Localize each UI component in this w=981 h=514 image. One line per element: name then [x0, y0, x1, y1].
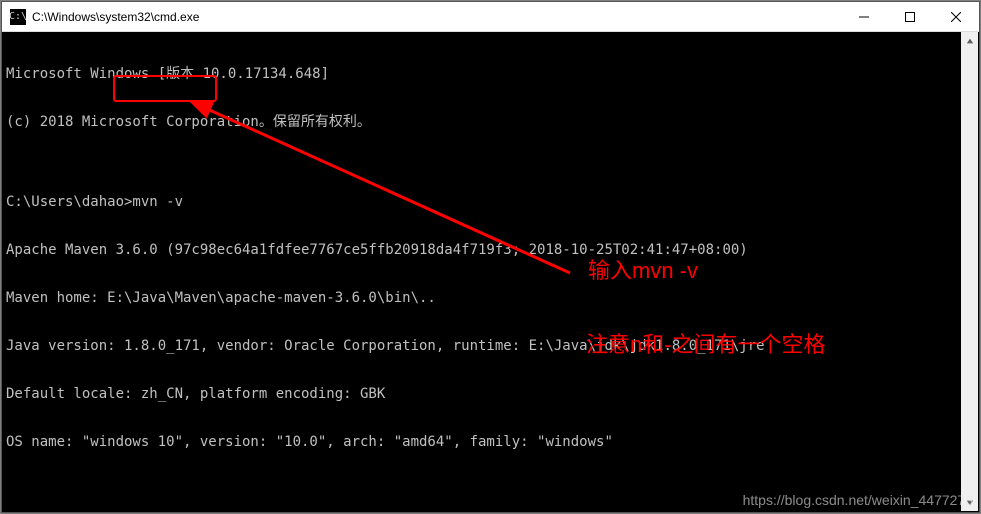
window-controls	[841, 2, 979, 31]
terminal-line: C:\Users\dahao>mvn -v	[6, 194, 975, 210]
terminal-line: Java version: 1.8.0_171, vendor: Oracle …	[6, 338, 975, 354]
terminal-line: Maven home: E:\Java\Maven\apache-maven-3…	[6, 290, 975, 306]
scroll-track[interactable]	[961, 49, 978, 494]
terminal-line: OS name: "windows 10", version: "10.0", …	[6, 434, 975, 450]
terminal-line: Default locale: zh_CN, platform encoding…	[6, 386, 975, 402]
cmd-window: C:\ C:\Windows\system32\cmd.exe Microsof…	[1, 1, 980, 513]
watermark-text: https://blog.csdn.net/weixin_4477273	[743, 492, 973, 508]
close-button[interactable]	[933, 2, 979, 31]
terminal-line: Microsoft Windows [版本 10.0.17134.648]	[6, 66, 975, 82]
terminal-body[interactable]: Microsoft Windows [版本 10.0.17134.648] (c…	[2, 32, 979, 512]
app-icon-glyph: C:\	[9, 11, 27, 22]
window-title: C:\Windows\system32\cmd.exe	[32, 10, 841, 24]
minimize-button[interactable]	[841, 2, 887, 31]
chevron-up-icon	[966, 37, 974, 45]
scroll-up-button[interactable]	[961, 32, 978, 49]
maximize-button[interactable]	[887, 2, 933, 31]
app-icon: C:\	[10, 9, 26, 25]
titlebar[interactable]: C:\ C:\Windows\system32\cmd.exe	[2, 2, 979, 32]
terminal-line: (c) 2018 Microsoft Corporation。保留所有权利。	[6, 114, 975, 130]
terminal-line: Apache Maven 3.6.0 (97c98ec64a1fdfee7767…	[6, 242, 975, 258]
vertical-scrollbar[interactable]	[961, 32, 978, 511]
